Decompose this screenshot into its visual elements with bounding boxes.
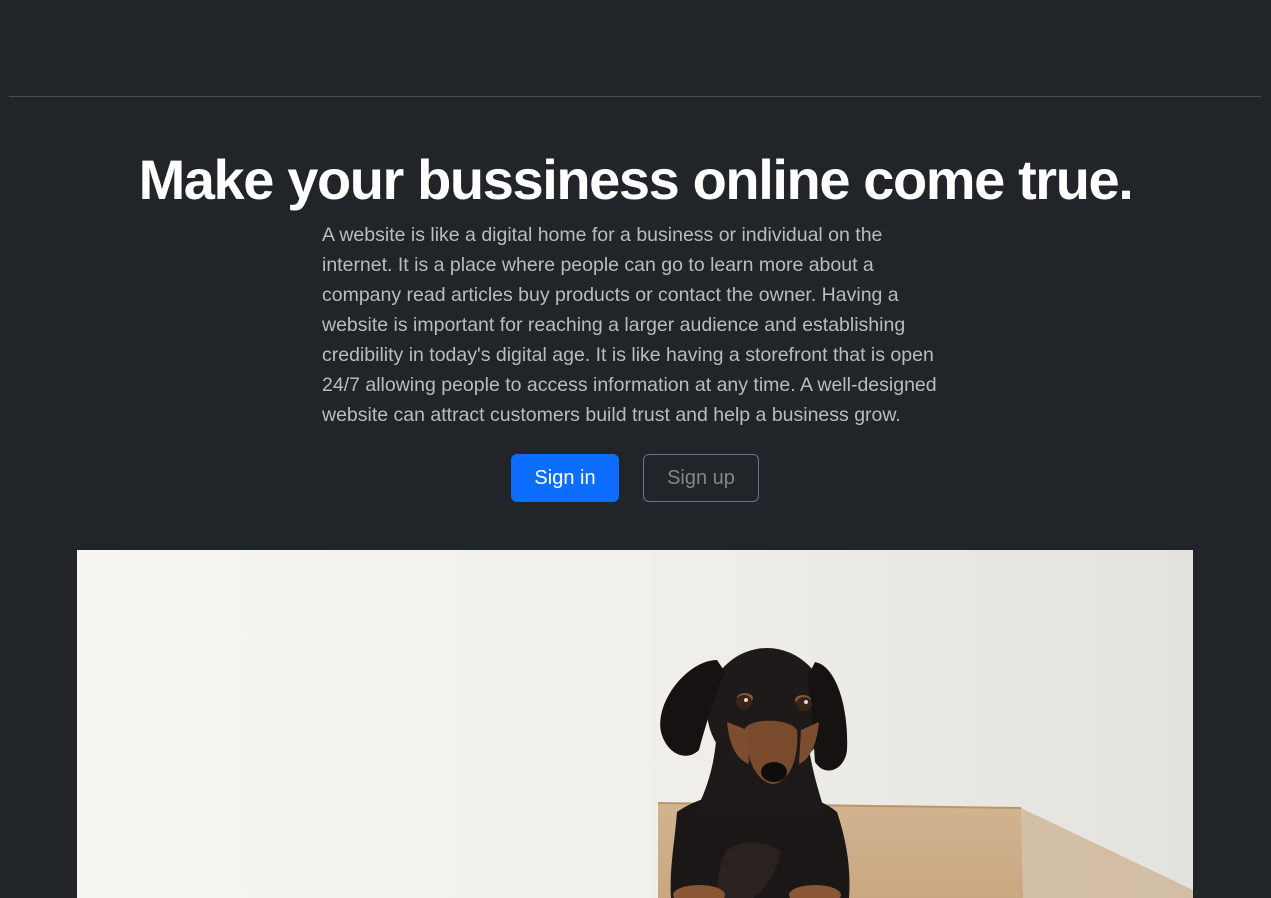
header-area [0,0,1271,96]
header-divider [9,96,1261,97]
hero-buttons: Sign in Sign up [0,454,1271,502]
hero-image [77,550,1193,898]
dog-in-box-image [77,550,1193,898]
hero-title: Make your bussiness online come true. [138,148,1134,211]
hero-description: A website is like a digital home for a b… [322,224,937,426]
sign-in-button[interactable]: Sign in [511,454,619,502]
sign-up-button[interactable]: Sign up [643,454,759,502]
page: Make your bussiness online come true. A … [0,0,1271,898]
